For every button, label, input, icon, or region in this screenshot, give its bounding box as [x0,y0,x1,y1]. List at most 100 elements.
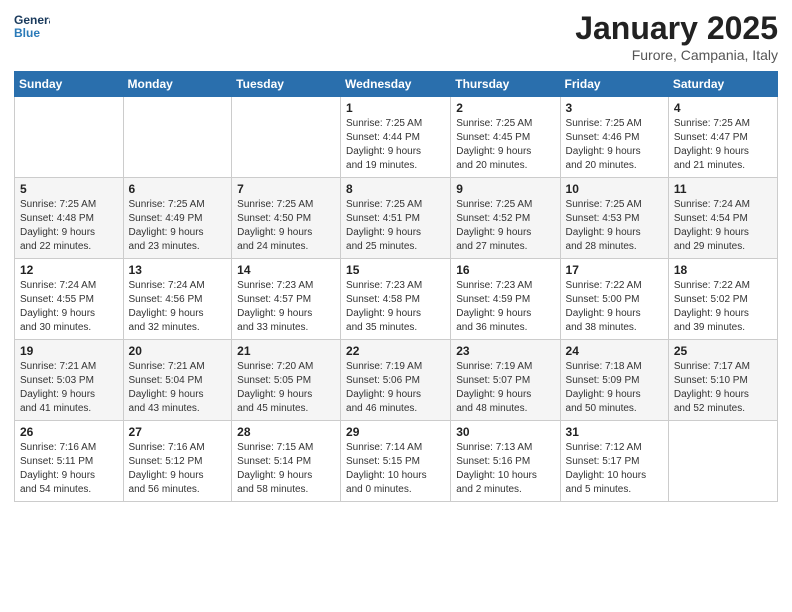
svg-text:Blue: Blue [14,26,40,40]
day-number: 14 [237,263,335,277]
calendar-cell: 27Sunrise: 7:16 AMSunset: 5:12 PMDayligh… [123,421,232,502]
day-number: 4 [674,101,772,115]
day-number: 6 [129,182,227,196]
day-number: 10 [566,182,663,196]
day-info: Sunrise: 7:18 AMSunset: 5:09 PMDaylight:… [566,360,663,416]
calendar-cell: 23 Sunrise: 7:19 AMSunset: 5:07 PMDayligh… [451,340,560,421]
calendar-cell: 31 Sunrise: 7:12 AMSunset: 5:17 PMDayligh… [560,421,668,502]
day-info: Sunrise: 7:20 AMSunset: 5:05 PMDaylight:… [237,360,335,416]
day-info: Sunrise: 7:25 AMSunset: 4:45 PMDaylight:… [456,117,554,173]
calendar-cell: 26 Sunrise: 7:16 AMSunset: 5:11 PMDayligh… [15,421,124,502]
day-info: Sunrise: 7:14 AMSunset: 5:15 PMDaylight:… [346,441,445,497]
calendar-week-row: 12 Sunrise: 7:24 AMSunset: 4:55 PMDayligh… [15,259,778,340]
day-number: 26 [20,425,118,439]
calendar-cell: 9 Sunrise: 7:25 AMSunset: 4:52 PMDaylight… [451,178,560,259]
calendar-cell: 3 Sunrise: 7:25 AMSunset: 4:46 PMDaylight… [560,97,668,178]
calendar-cell: 4Sunrise: 7:25 AMSunset: 4:47 PMDaylight… [668,97,777,178]
day-number: 21 [237,344,335,358]
day-info: Sunrise: 7:21 AMSunset: 5:04 PMDaylight:… [129,360,227,416]
day-number: 12 [20,263,118,277]
day-number: 16 [456,263,554,277]
calendar-cell [123,97,232,178]
day-number: 15 [346,263,445,277]
day-number: 23 [456,344,554,358]
weekday-header: Wednesday [341,72,451,97]
calendar-cell: 6Sunrise: 7:25 AMSunset: 4:49 PMDaylight… [123,178,232,259]
calendar-cell [668,421,777,502]
calendar-cell: 22 Sunrise: 7:19 AMSunset: 5:06 PMDayligh… [341,340,451,421]
calendar-cell: 5 Sunrise: 7:25 AMSunset: 4:48 PMDaylight… [15,178,124,259]
day-number: 20 [129,344,227,358]
calendar-cell: 10 Sunrise: 7:25 AMSunset: 4:53 PMDayligh… [560,178,668,259]
day-info: Sunrise: 7:25 AMSunset: 4:46 PMDaylight:… [566,117,663,173]
calendar-cell [15,97,124,178]
calendar-cell: 21 Sunrise: 7:20 AMSunset: 5:05 PMDayligh… [232,340,341,421]
header: General Blue January 2025 Furore, Campan… [14,10,778,63]
day-number: 30 [456,425,554,439]
day-info: Sunrise: 7:19 AMSunset: 5:07 PMDaylight:… [456,360,554,416]
day-number: 5 [20,182,118,196]
day-info: Sunrise: 7:16 AMSunset: 5:12 PMDaylight:… [129,441,227,497]
day-number: 24 [566,344,663,358]
weekday-header: Monday [123,72,232,97]
day-info: Sunrise: 7:25 AMSunset: 4:53 PMDaylight:… [566,198,663,254]
weekday-header: Friday [560,72,668,97]
month-title: January 2025 [575,10,778,47]
weekday-header: Tuesday [232,72,341,97]
day-info: Sunrise: 7:24 AMSunset: 4:55 PMDaylight:… [20,279,118,335]
day-number: 3 [566,101,663,115]
day-number: 31 [566,425,663,439]
svg-text:General: General [14,13,50,27]
day-info: Sunrise: 7:25 AMSunset: 4:50 PMDaylight:… [237,198,335,254]
calendar-week-row: 1 Sunrise: 7:25 AMSunset: 4:44 PMDaylight… [15,97,778,178]
weekday-header: Sunday [15,72,124,97]
calendar-cell: 24 Sunrise: 7:18 AMSunset: 5:09 PMDayligh… [560,340,668,421]
calendar-week-row: 5 Sunrise: 7:25 AMSunset: 4:48 PMDaylight… [15,178,778,259]
day-number: 29 [346,425,445,439]
day-info: Sunrise: 7:25 AMSunset: 4:48 PMDaylight:… [20,198,118,254]
calendar: SundayMondayTuesdayWednesdayThursdayFrid… [14,71,778,502]
calendar-cell: 11 Sunrise: 7:24 AMSunset: 4:54 PMDayligh… [668,178,777,259]
day-number: 25 [674,344,772,358]
calendar-cell: 7 Sunrise: 7:25 AMSunset: 4:50 PMDaylight… [232,178,341,259]
day-info: Sunrise: 7:25 AMSunset: 4:51 PMDaylight:… [346,198,445,254]
calendar-week-row: 19 Sunrise: 7:21 AMSunset: 5:03 PMDayligh… [15,340,778,421]
weekday-header: Thursday [451,72,560,97]
day-info: Sunrise: 7:23 AMSunset: 4:57 PMDaylight:… [237,279,335,335]
day-number: 2 [456,101,554,115]
calendar-cell: 29 Sunrise: 7:14 AMSunset: 5:15 PMDayligh… [341,421,451,502]
day-number: 19 [20,344,118,358]
logo: General Blue [14,10,50,46]
calendar-cell [232,97,341,178]
calendar-cell: 25 Sunrise: 7:17 AMSunset: 5:10 PMDayligh… [668,340,777,421]
day-number: 9 [456,182,554,196]
day-number: 8 [346,182,445,196]
day-number: 18 [674,263,772,277]
calendar-cell: 19 Sunrise: 7:21 AMSunset: 5:03 PMDayligh… [15,340,124,421]
day-number: 17 [566,263,663,277]
day-info: Sunrise: 7:17 AMSunset: 5:10 PMDaylight:… [674,360,772,416]
logo-svg: General Blue [14,10,50,46]
calendar-cell: 1 Sunrise: 7:25 AMSunset: 4:44 PMDaylight… [341,97,451,178]
day-info: Sunrise: 7:22 AMSunset: 5:02 PMDaylight:… [674,279,772,335]
day-info: Sunrise: 7:22 AMSunset: 5:00 PMDaylight:… [566,279,663,335]
day-info: Sunrise: 7:12 AMSunset: 5:17 PMDaylight:… [566,441,663,497]
day-number: 1 [346,101,445,115]
day-info: Sunrise: 7:24 AMSunset: 4:54 PMDaylight:… [674,198,772,254]
day-info: Sunrise: 7:21 AMSunset: 5:03 PMDaylight:… [20,360,118,416]
location: Furore, Campania, Italy [575,47,778,63]
weekday-header-row: SundayMondayTuesdayWednesdayThursdayFrid… [15,72,778,97]
day-info: Sunrise: 7:15 AMSunset: 5:14 PMDaylight:… [237,441,335,497]
day-info: Sunrise: 7:23 AMSunset: 4:59 PMDaylight:… [456,279,554,335]
day-number: 7 [237,182,335,196]
calendar-week-row: 26 Sunrise: 7:16 AMSunset: 5:11 PMDayligh… [15,421,778,502]
calendar-cell: 30Sunrise: 7:13 AMSunset: 5:16 PMDayligh… [451,421,560,502]
day-info: Sunrise: 7:19 AMSunset: 5:06 PMDaylight:… [346,360,445,416]
calendar-cell: 28Sunrise: 7:15 AMSunset: 5:14 PMDayligh… [232,421,341,502]
day-info: Sunrise: 7:25 AMSunset: 4:52 PMDaylight:… [456,198,554,254]
day-info: Sunrise: 7:23 AMSunset: 4:58 PMDaylight:… [346,279,445,335]
day-number: 11 [674,182,772,196]
day-info: Sunrise: 7:16 AMSunset: 5:11 PMDaylight:… [20,441,118,497]
day-info: Sunrise: 7:25 AMSunset: 4:44 PMDaylight:… [346,117,445,173]
day-number: 22 [346,344,445,358]
